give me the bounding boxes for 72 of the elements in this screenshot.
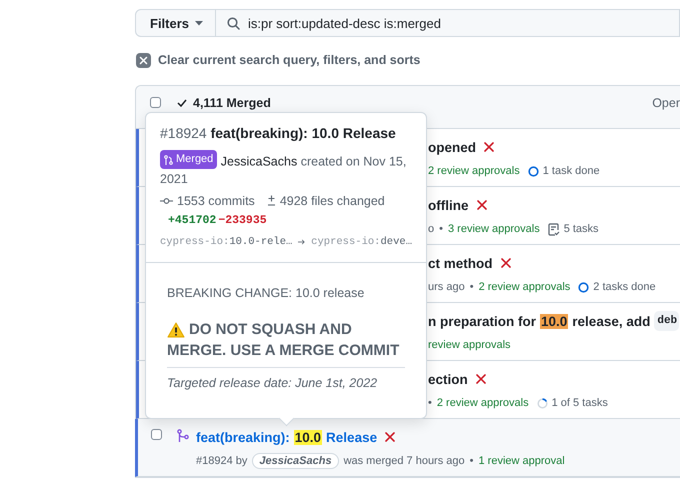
head-branch: cypress-io:10.0-rele… bbox=[160, 236, 292, 248]
warning-text: DO NOT SQUASH AND bbox=[189, 320, 352, 340]
commit-icon bbox=[160, 196, 173, 204]
meta-text: was merged 7 hours ago bbox=[344, 455, 465, 467]
deletions-count: −233935 bbox=[218, 214, 267, 226]
warning-icon bbox=[167, 322, 185, 338]
progress-icon bbox=[536, 398, 548, 408]
task-count: 5 tasks bbox=[564, 223, 599, 235]
release-note: Targeted release date: June 1st, 2022 bbox=[167, 376, 378, 390]
search-icon bbox=[227, 16, 240, 30]
pr-title[interactable]: Release bbox=[326, 430, 378, 444]
merged-count[interactable]: 4,111 Merged bbox=[193, 96, 271, 110]
review-status[interactable]: review approvals bbox=[428, 339, 511, 351]
task-count: 1 of 5 tasks bbox=[552, 397, 608, 409]
task-count: 2 tasks done bbox=[593, 281, 656, 293]
pr-row[interactable]: feat(breaking): 10.0 Release #18924 by JessicaSachs was merged 7 hours ago • 1 review approval bbox=[135, 419, 680, 477]
base-branch: cypress-io:deve… bbox=[311, 236, 412, 248]
pr-title: opened bbox=[428, 140, 476, 154]
pr-title: ct method bbox=[428, 256, 493, 270]
created-date: 2021 bbox=[160, 170, 188, 188]
additions-count: +451702 bbox=[168, 214, 216, 226]
clear-filters-link[interactable]: Clear current search query, filters, and sorts bbox=[158, 53, 420, 67]
author-link[interactable]: JessicaSachs bbox=[252, 453, 339, 469]
author-name[interactable]: JessicaSachs bbox=[220, 154, 298, 168]
pr-title: offline bbox=[428, 198, 468, 212]
separator-dot: • bbox=[439, 223, 443, 235]
x-icon bbox=[484, 142, 494, 152]
merged-badge: Merged bbox=[160, 150, 218, 169]
review-status[interactable]: 2 review approvals bbox=[428, 165, 520, 177]
check-icon bbox=[177, 99, 187, 107]
commit-count: 1553 commits bbox=[177, 194, 255, 208]
review-status[interactable]: 1 review approval bbox=[478, 455, 565, 467]
meta-text: o bbox=[428, 223, 434, 235]
close-icon[interactable] bbox=[136, 52, 151, 68]
meta-text: urs ago bbox=[428, 281, 465, 293]
caret-icon bbox=[195, 20, 204, 26]
review-status[interactable]: 2 review approvals bbox=[478, 281, 570, 293]
separator-dot: • bbox=[428, 397, 432, 409]
created-date: created on Nov 15, bbox=[300, 154, 406, 168]
x-icon bbox=[476, 200, 486, 210]
arrow-icon bbox=[298, 238, 306, 246]
x-icon bbox=[500, 258, 511, 268]
files-changed: 4928 files changed bbox=[280, 194, 385, 208]
card-title[interactable]: #18924 feat(breaking): 10.0 Release bbox=[160, 125, 412, 141]
body-heading: BREAKING CHANGE: 10.0 release bbox=[167, 286, 366, 300]
pr-title: n preparation for bbox=[428, 314, 536, 328]
meta-text: #18924 by bbox=[196, 455, 248, 467]
code-snippet: deb bbox=[654, 311, 680, 331]
review-status[interactable]: 3 review approvals bbox=[448, 223, 540, 235]
open-count[interactable]: Oper bbox=[652, 96, 680, 110]
separator-dot: • bbox=[470, 281, 474, 293]
merge-icon bbox=[177, 429, 189, 443]
circle-icon bbox=[578, 282, 590, 292]
row-checkbox[interactable] bbox=[151, 429, 162, 440]
merge-icon bbox=[164, 154, 173, 164]
search-match: 10.0 bbox=[540, 314, 568, 328]
separator-dot: • bbox=[470, 455, 474, 467]
plus-minus-icon bbox=[266, 195, 276, 206]
pr-title[interactable]: feat(breaking): bbox=[196, 430, 290, 444]
select-all-checkbox[interactable] bbox=[150, 97, 161, 108]
review-status[interactable]: 2 review approvals bbox=[436, 397, 529, 409]
x-icon bbox=[476, 374, 486, 384]
x-icon bbox=[385, 432, 396, 442]
search-match: 10.0 bbox=[294, 430, 322, 444]
search-field[interactable]: is:pr sort:updated-desc is:merged bbox=[216, 9, 680, 37]
checklist-icon bbox=[548, 222, 560, 236]
task-count: 1 task done bbox=[542, 165, 600, 177]
circle-icon bbox=[528, 166, 539, 176]
warning-text: MERGE. USE A MERGE COMMIT bbox=[167, 341, 400, 361]
filters-button[interactable]: Filters bbox=[135, 9, 216, 37]
pr-title: ection bbox=[428, 372, 468, 386]
pr-title: release, add bbox=[572, 314, 650, 328]
